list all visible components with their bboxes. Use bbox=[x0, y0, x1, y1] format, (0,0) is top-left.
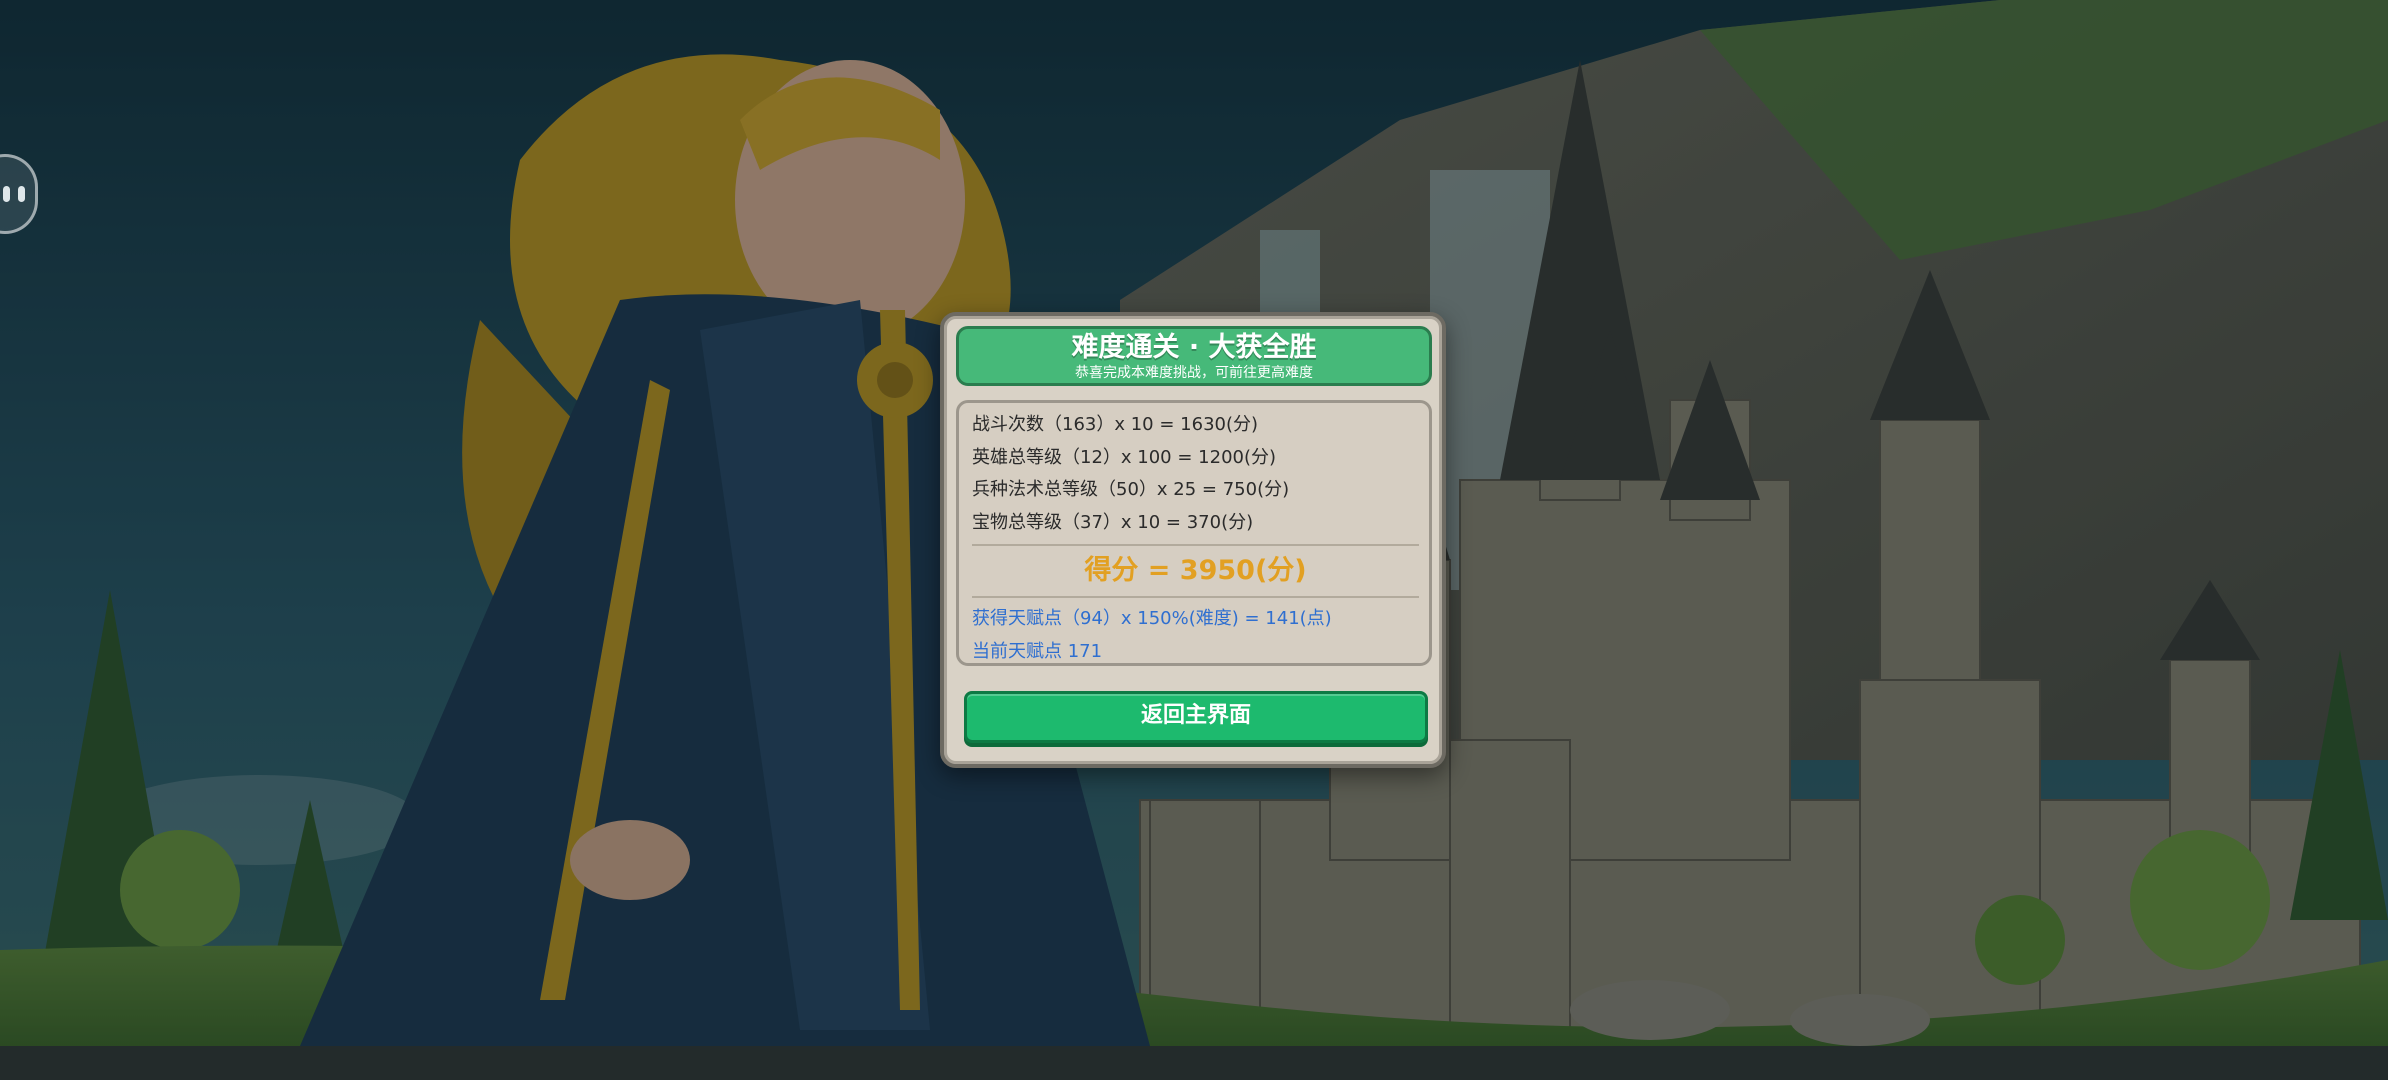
score-breakdown-panel: 战斗次数（163）x 10 = 1630(分) 英雄总等级（12）x 100 =… bbox=[956, 400, 1432, 666]
result-dialog: 难度通关 · 大获全胜 恭喜完成本难度挑战，可前往更高难度 战斗次数（163）x… bbox=[940, 312, 1446, 768]
result-banner: 难度通关 · 大获全胜 恭喜完成本难度挑战，可前往更高难度 bbox=[956, 326, 1432, 386]
stat-hero-level: 英雄总等级（12）x 100 = 1200(分) bbox=[972, 446, 1277, 468]
divider bbox=[972, 544, 1419, 546]
divider bbox=[972, 596, 1419, 598]
result-subtitle: 恭喜完成本难度挑战，可前往更高难度 bbox=[1075, 365, 1313, 381]
talent-points-current: 当前天赋点 171 bbox=[972, 640, 1103, 662]
return-main-menu-button[interactable]: 返回主界面 bbox=[964, 691, 1428, 743]
total-score: 得分 = 3950(分) bbox=[1084, 555, 1307, 586]
result-title: 难度通关 · 大获全胜 bbox=[1071, 332, 1317, 363]
bottom-bar bbox=[0, 1046, 2388, 1080]
stat-battles: 战斗次数（163）x 10 = 1630(分) bbox=[972, 414, 1259, 435]
side-button-eyes bbox=[3, 186, 25, 202]
stat-unit-spell-level: 兵种法术总等级（50）x 25 = 750(分) bbox=[972, 479, 1290, 500]
talent-points-gained: 获得天赋点（94）x 150%(难度) = 141(点) bbox=[972, 608, 1332, 629]
stat-treasure-level: 宝物总等级（37）x 10 = 370(分) bbox=[972, 511, 1254, 533]
